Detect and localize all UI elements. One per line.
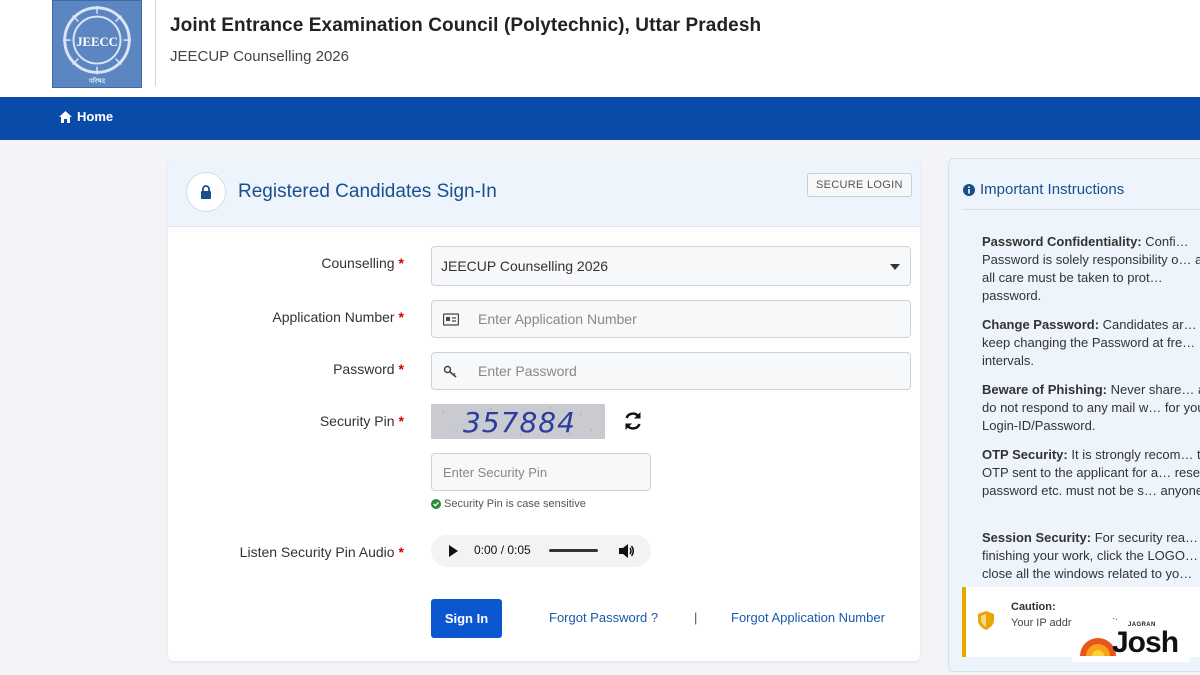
key-addon (432, 353, 470, 389)
login-card-header: Registered Candidates Sign-In SECURE LOG… (168, 158, 920, 227)
application-number-input[interactable] (466, 301, 910, 337)
list-item: Password Confidentiality: Confi… Passwor… (982, 233, 1200, 305)
required-marker: * (398, 309, 404, 325)
instructions-heading: Important Instructions (963, 181, 1124, 198)
captcha-text: 357884 (463, 406, 576, 439)
password-input[interactable] (466, 353, 910, 389)
password-group (431, 352, 911, 390)
org-subtitle: JEECUP Counselling 2026 (170, 48, 349, 65)
audio-label: Listen Security Pin Audio * (239, 544, 404, 560)
play-icon[interactable] (449, 545, 458, 557)
lock-icon (201, 185, 211, 199)
login-title: Registered Candidates Sign-In (238, 181, 497, 202)
secure-login-badge: SECURE LOGIN (807, 173, 912, 197)
lock-badge (186, 172, 226, 212)
instructions-list: Password Confidentiality: Confi… Passwor… (982, 233, 1200, 594)
application-number-label: Application Number * (272, 309, 404, 325)
security-pin-label: Security Pin * (319, 413, 404, 429)
header-divider (155, 0, 156, 86)
svg-text:JEECC: JEECC (76, 35, 118, 49)
shield-icon (978, 611, 994, 630)
key-icon (443, 365, 457, 378)
forgot-application-number-link[interactable]: Forgot Application Number (731, 610, 885, 625)
list-item: Session Security: For security rea… fini… (982, 529, 1200, 583)
list-item: Change Password: Candidates ar… keep cha… (982, 316, 1200, 370)
caution-title: Caution: (1011, 601, 1056, 613)
volume-icon[interactable] (618, 543, 635, 559)
sign-in-button[interactable]: Sign In (431, 599, 502, 638)
audio-time: 0:00 / 0:05 (474, 543, 531, 557)
svg-text:परिषद: परिषद (89, 76, 105, 85)
login-card: Registered Candidates Sign-In SECURE LOG… (168, 158, 920, 661)
info-circle-icon (963, 183, 975, 196)
nav-home-link[interactable]: Home (59, 109, 113, 124)
counselling-selected-value: JEECUP Counselling 2026 (441, 258, 609, 274)
password-label-row: Password * (168, 361, 404, 381)
link-separator: | (694, 610, 698, 625)
nav-home-label: Home (77, 109, 114, 124)
required-marker: * (398, 361, 404, 377)
home-icon (59, 110, 72, 123)
required-marker: * (398, 255, 404, 271)
refresh-captcha-icon[interactable] (622, 410, 644, 432)
security-pin-input[interactable] (431, 453, 651, 491)
id-card-icon (443, 312, 459, 326)
main-navbar: Home (0, 97, 1200, 140)
security-pin-audio-player: 0:00 / 0:05 (431, 535, 651, 567)
list-item: OTP Security: It is strongly recom… the … (982, 446, 1200, 518)
application-number-group (431, 300, 911, 338)
instructions-title: Important Instructions (980, 181, 1125, 198)
counselling-select[interactable]: JEECUP Counselling 2026 (431, 246, 911, 286)
required-marker: * (398, 413, 404, 429)
counselling-label-row: Counselling * (168, 255, 404, 275)
password-label: Password * (333, 361, 404, 377)
logo-emblem-icon: JEECC परिषद (62, 5, 132, 85)
audio-progress-bar[interactable] (549, 549, 598, 552)
caret-down-icon (890, 264, 900, 270)
audio-label-row: Listen Security Pin Audio * (168, 544, 404, 564)
security-pin-label-row: Security Pin * (168, 413, 404, 433)
captcha-image: 357884 (431, 404, 605, 439)
list-item: Beware of Phishing: Never share… and do … (982, 381, 1200, 435)
jagran-josh-watermark: JAGRAN Josh (1072, 620, 1190, 662)
application-number-label-row: Application Number * (168, 309, 404, 329)
watermark-brand: Josh (1112, 626, 1179, 659)
required-marker: * (398, 544, 404, 560)
org-title: Joint Entrance Examination Council (Poly… (170, 15, 762, 36)
instructions-divider (963, 209, 1200, 210)
jeecup-logo[interactable]: JEECC परिषद (52, 0, 142, 88)
site-header: JEECC परिषद Joint Entrance Examination C… (0, 0, 1200, 97)
security-pin-hint: Security Pin is case sensitive (431, 498, 586, 510)
security-pin-hint-text: Security Pin is case sensitive (444, 498, 586, 510)
counselling-label: Counselling * (321, 255, 404, 271)
check-circle-icon (431, 499, 441, 509)
forgot-password-link[interactable]: Forgot Password ? (549, 610, 658, 625)
id-card-addon (432, 301, 470, 337)
